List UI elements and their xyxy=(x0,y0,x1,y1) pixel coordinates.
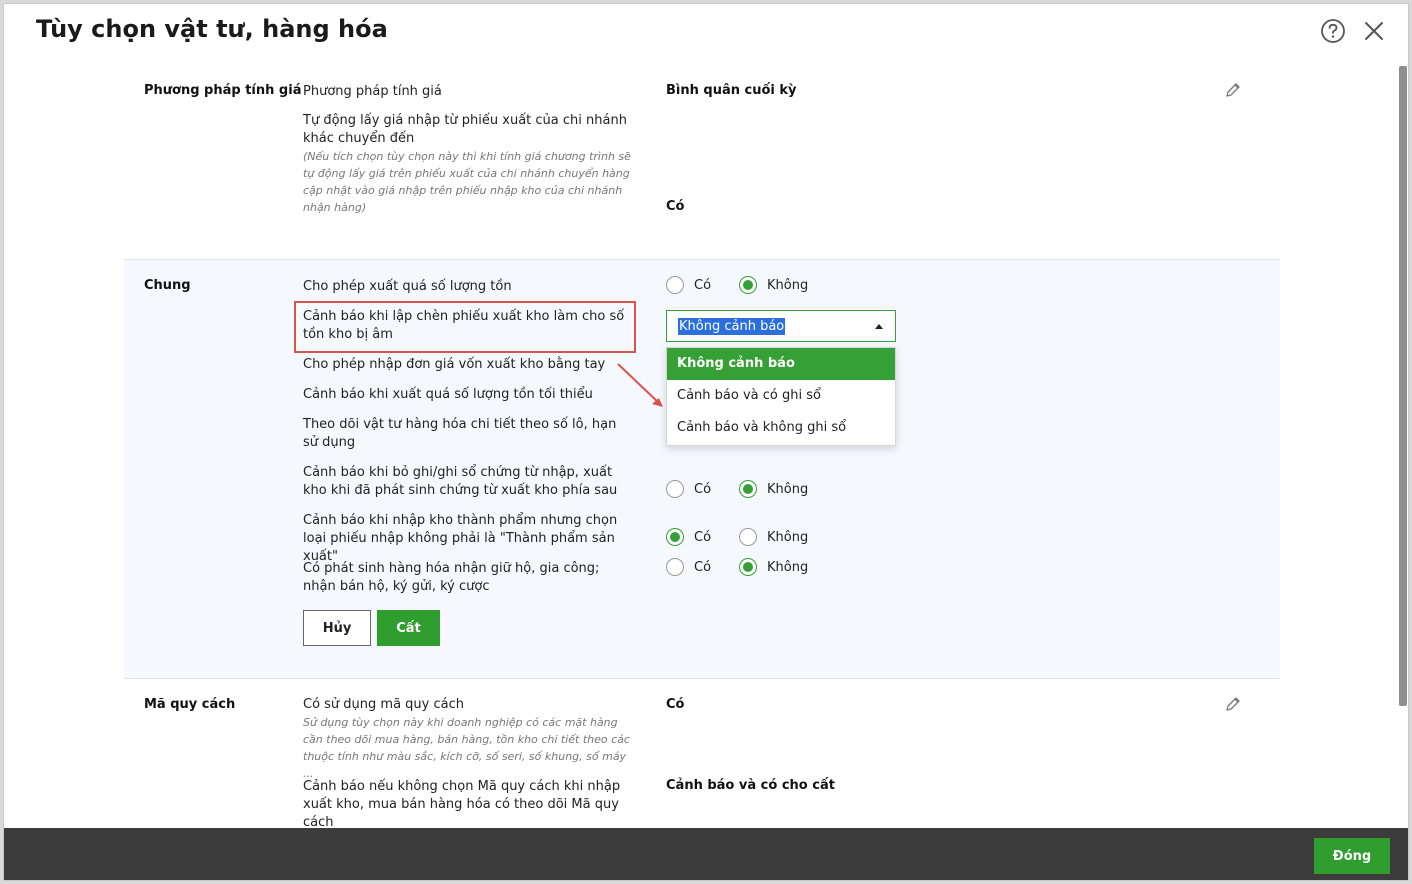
value-pricing-method: Bình quân cuối kỳ xyxy=(666,83,797,98)
cancel-button[interactable]: Hủy xyxy=(303,610,371,646)
radio-group-unpost-warning: Có Không xyxy=(666,479,808,499)
radio-yes-label: Có xyxy=(694,481,712,497)
radio-no-label: Không xyxy=(767,529,809,545)
radio-no-label: Không xyxy=(767,559,809,575)
option-label-unpost-warning: Cảnh báo khi bỏ ghi/ghi sổ chứng từ nhập… xyxy=(303,465,618,498)
pencil-icon[interactable] xyxy=(1224,695,1242,713)
radio-no[interactable] xyxy=(739,558,758,576)
radio-no-label: Không xyxy=(767,277,809,293)
radio-yes[interactable] xyxy=(666,558,684,576)
option-auto-price-note: (Nếu tích chọn tùy chọn này thì khi tính… xyxy=(303,150,631,214)
radio-no[interactable] xyxy=(739,528,758,546)
value-use-spec: Có xyxy=(666,697,685,712)
section-label-chung: Chung xyxy=(144,278,191,293)
radio-yes-label: Có xyxy=(694,559,712,575)
option-label-pricing-method: Phương pháp tính giá xyxy=(303,84,442,99)
scrollbar-thumb[interactable] xyxy=(1399,66,1407,706)
dropdown-option[interactable]: Không cảnh báo xyxy=(667,348,895,380)
radio-yes-label: Có xyxy=(694,529,712,545)
radio-yes[interactable] xyxy=(666,276,684,294)
dropdown-option[interactable]: Cảnh báo và không ghi sổ xyxy=(667,412,895,444)
dialog-footer: Đóng xyxy=(4,828,1408,880)
option-label-consignment: Có phát sinh hàng hóa nhận giữ hộ, gia c… xyxy=(303,561,600,594)
option-label-min-stock-warning: Cảnh báo khi xuất quá số lượng tồn tối t… xyxy=(303,387,593,402)
pencil-icon[interactable] xyxy=(1224,81,1242,99)
value-auto-price: Có xyxy=(666,199,685,214)
radio-no-label: Không xyxy=(767,481,809,497)
help-icon[interactable] xyxy=(1320,18,1346,44)
radio-group-finished-goods-warning: Có Không xyxy=(666,527,808,547)
dropdown-option[interactable]: Cảnh báo và có ghi sổ xyxy=(667,380,895,412)
dialog-content: Phương pháp tính giá Phương pháp tính gi… xyxy=(4,4,1400,828)
value-spec-warning: Cảnh báo và có cho cất xyxy=(666,778,835,793)
radio-no[interactable] xyxy=(739,480,758,498)
save-button[interactable]: Cất xyxy=(377,610,440,646)
radio-no[interactable] xyxy=(739,276,758,294)
option-label-lot-tracking: Theo dõi vật tư hàng hóa chi tiết theo s… xyxy=(303,417,617,450)
radio-yes[interactable] xyxy=(666,528,684,546)
radio-group-consignment: Có Không xyxy=(666,557,808,577)
caret-up-icon[interactable] xyxy=(875,324,883,329)
select-value: Không cảnh báo xyxy=(678,318,786,335)
section-label-spec: Mã quy cách xyxy=(144,697,236,712)
close-icon[interactable] xyxy=(1361,18,1387,44)
options-dialog: Phương pháp tính giá Phương pháp tính gi… xyxy=(3,3,1409,881)
option-label-allow-over-export: Cho phép xuất quá số lượng tồn xyxy=(303,279,512,294)
dialog-title: Tùy chọn vật tư, hàng hóa xyxy=(36,15,388,43)
option-label-finished-goods-warning: Cảnh báo khi nhập kho thành phẩm nhưng c… xyxy=(303,513,618,564)
scrollbar[interactable] xyxy=(1398,62,1408,828)
option-label-auto-price: Tự động lấy giá nhập từ phiếu xuất của c… xyxy=(303,112,643,216)
select-dropdown: Không cảnh báo Cảnh báo và có ghi sổ Cản… xyxy=(666,347,896,446)
option-label-negative-stock-warning: Cảnh báo khi lập chèn phiếu xuất kho làm… xyxy=(303,309,625,342)
negative-stock-select[interactable]: Không cảnh báo xyxy=(666,310,896,342)
radio-group-allow-over-export: Có Không xyxy=(666,275,808,295)
option-label-use-spec: Có sử dụng mã quy cách Sử dụng tùy chọn … xyxy=(303,696,638,782)
radio-yes[interactable] xyxy=(666,480,684,498)
option-label-manual-cost: Cho phép nhập đơn giá vốn xuất kho bằng … xyxy=(303,357,606,372)
option-use-spec-text: Có sử dụng mã quy cách xyxy=(303,697,465,712)
section-label-pricing: Phương pháp tính giá xyxy=(144,83,302,98)
annotation-arrow-icon xyxy=(617,363,663,407)
radio-yes-label: Có xyxy=(694,277,712,293)
option-label-spec-warning: Cảnh báo nếu không chọn Mã quy cách khi … xyxy=(303,779,621,828)
close-button[interactable]: Đóng xyxy=(1314,838,1390,874)
option-use-spec-note: Sử dụng tùy chọn này khi doanh nghiệp có… xyxy=(303,716,630,780)
option-auto-price-text: Tự động lấy giá nhập từ phiếu xuất của c… xyxy=(303,113,627,146)
